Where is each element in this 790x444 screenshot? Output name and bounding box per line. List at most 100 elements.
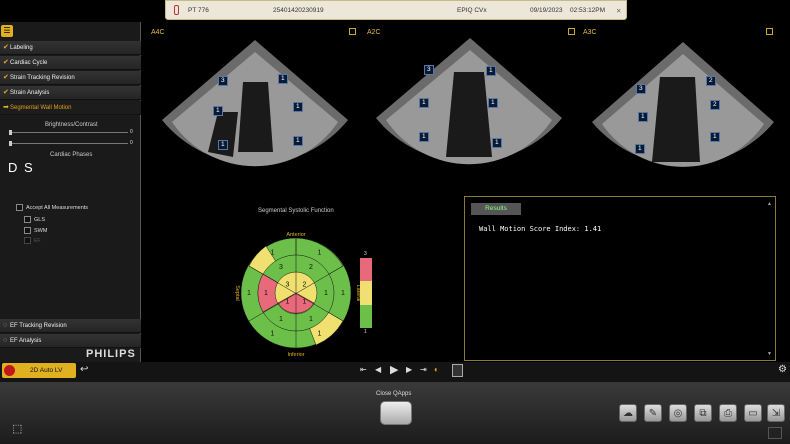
segment-label[interactable]: 1 <box>710 132 720 142</box>
echo-image <box>376 38 562 165</box>
settings-icon[interactable]: ⚙ <box>778 364 787 375</box>
arrow-icon: ➡ <box>3 104 9 111</box>
phases-label: Cardiac Phases <box>50 152 93 158</box>
scroll-up-icon[interactable]: ▲ <box>767 201 772 207</box>
swm-label: SWM <box>34 228 48 234</box>
anterior-label: Anterior <box>286 232 305 238</box>
close-qapps-button[interactable] <box>380 401 412 425</box>
septal-label: Septal <box>234 285 240 301</box>
swm-checkbox[interactable] <box>24 227 31 234</box>
globe-icon[interactable]: ◎ <box>669 404 687 422</box>
screens-icon[interactable]: ⧉ <box>694 404 712 422</box>
brightness-slider[interactable] <box>9 130 128 135</box>
phase-s[interactable]: S <box>24 160 33 175</box>
echo-image <box>592 42 774 167</box>
brightness-value: 0 <box>130 129 133 135</box>
gls-checkbox[interactable] <box>24 216 31 223</box>
segment-score: 3 <box>279 264 283 271</box>
segment-label[interactable]: 1 <box>213 106 223 116</box>
sidebar-item-ef-tracking[interactable]: ○ EF Tracking Revision <box>0 319 141 333</box>
print-icon[interactable]: ⎙ <box>719 404 737 422</box>
segment-score: 3 <box>286 282 290 289</box>
sidebar-item-strain-analysis[interactable]: ✔ Strain Analysis <box>0 86 141 100</box>
drag-handle[interactable] <box>768 427 782 439</box>
patient-id: 25401420230919 <box>273 7 324 14</box>
prev-frame-icon[interactable]: ◀ <box>375 365 381 374</box>
segment-label[interactable]: 1 <box>278 74 288 84</box>
segment-score: 2 <box>303 282 307 289</box>
sidebar-item-cardiac-cycle[interactable]: ✔ Cardiac Cycle <box>0 56 141 70</box>
segment-label[interactable]: 3 <box>218 76 228 86</box>
segment-label[interactable]: 1 <box>419 98 429 108</box>
play-icon[interactable]: ▶ <box>390 363 398 376</box>
segment-score: 1 <box>309 316 313 323</box>
undo-icon[interactable]: ↩ <box>80 364 88 375</box>
wrench-icon[interactable]: ✎ <box>644 404 662 422</box>
scale-label: 1 <box>364 329 367 335</box>
menu-icon[interactable]: ☰ <box>1 25 13 37</box>
inferior-label: Inferior <box>287 352 304 358</box>
phase-d[interactable]: D <box>8 160 17 175</box>
segment-label[interactable]: 1 <box>293 136 303 146</box>
segment-label[interactable]: 2 <box>710 100 720 110</box>
segment-label[interactable]: 3 <box>636 84 646 94</box>
network-icon[interactable]: ☁ <box>619 404 637 422</box>
results-panel: Results Wall Motion Score Index: 1.41 ▲ … <box>464 196 776 361</box>
sidebar-item-labeling[interactable]: ✔ Labeling <box>0 41 141 55</box>
circle-icon: ○ <box>3 337 8 344</box>
scale-label: 2 <box>364 292 367 298</box>
segment-score: 1 <box>318 249 322 256</box>
close-qapps-label: Close QApps <box>376 391 412 397</box>
mode-button[interactable]: 2D Auto LV <box>2 363 76 378</box>
system-name: EPIQ CVx <box>457 7 487 14</box>
patient-header: PT 776 25401420230919 EPIQ CVx 09/19/202… <box>165 0 627 20</box>
speed-icon[interactable]: ◐ <box>434 365 439 374</box>
segment-label[interactable]: 1 <box>638 112 648 122</box>
sidebar-item-swm[interactable]: ➡ Segmental Wall Motion <box>0 101 141 115</box>
echo-image <box>162 40 348 167</box>
exam-time: 02:53:12PM <box>570 7 606 14</box>
segment-score: 1 <box>264 290 268 297</box>
bottom-toolbar: 2D Auto LV ↩ ⇤ ◀ ▶ ▶ ⇥ ◐ ⚙ <box>0 362 790 382</box>
segment-label[interactable]: 3 <box>424 65 434 75</box>
wmsi-text: Wall Motion Score Index: 1.41 <box>479 225 602 233</box>
last-frame-icon[interactable]: ⇥ <box>420 365 427 374</box>
first-frame-icon[interactable]: ⇤ <box>360 365 367 374</box>
layout-icon[interactable] <box>452 364 463 377</box>
segment-label[interactable]: 1 <box>488 98 498 108</box>
view-a4c: A4C 3 1 1 1 1 1 <box>148 22 362 190</box>
sidebar-item-ef-analysis[interactable]: ○ EF Analysis <box>0 334 141 348</box>
scale-label: 3 <box>364 251 367 257</box>
next-frame-icon[interactable]: ▶ <box>406 365 412 374</box>
monitor-icon[interactable]: ▭ <box>744 404 762 422</box>
view-a2c: A2C 3 1 1 1 1 1 <box>364 22 578 190</box>
accept-all-label: Accept All Measurements <box>26 205 89 211</box>
cube-icon[interactable]: ⬚ <box>12 422 22 435</box>
segment-label[interactable]: 1 <box>293 102 303 112</box>
sidebar-item-strain-tracking[interactable]: ✔ Strain Tracking Revision <box>0 71 141 85</box>
segment-score: 2 <box>309 264 313 271</box>
ef-label: EF <box>34 238 41 244</box>
contrast-slider[interactable] <box>9 141 128 146</box>
scroll-down-icon[interactable]: ▼ <box>767 351 772 357</box>
bullseye-title: Segmental Systolic Function <box>258 208 334 214</box>
patient-icon <box>174 5 179 15</box>
exam-date: 09/19/2023 <box>530 7 563 14</box>
segment-label[interactable]: 2 <box>706 76 716 86</box>
close-icon[interactable]: ✕ <box>616 7 621 15</box>
segment-score: 1 <box>271 249 275 256</box>
segment-label[interactable]: 1 <box>218 140 228 150</box>
segment-score: 1 <box>271 331 275 338</box>
contrast-value: 0 <box>130 140 133 146</box>
segment-label[interactable]: 1 <box>635 144 645 154</box>
ef-checkbox <box>24 237 31 244</box>
segment-label[interactable]: 1 <box>492 138 502 148</box>
patient-name: PT 776 <box>188 7 209 14</box>
export-icon[interactable]: ⇲ <box>767 404 785 422</box>
results-tab[interactable]: Results <box>471 203 521 215</box>
segment-score: 1 <box>286 299 290 306</box>
accept-all-checkbox[interactable] <box>16 204 23 211</box>
segment-label[interactable]: 1 <box>419 132 429 142</box>
segment-label[interactable]: 1 <box>486 66 496 76</box>
view-a3c: A3C 3 1 1 2 2 1 <box>580 22 790 190</box>
